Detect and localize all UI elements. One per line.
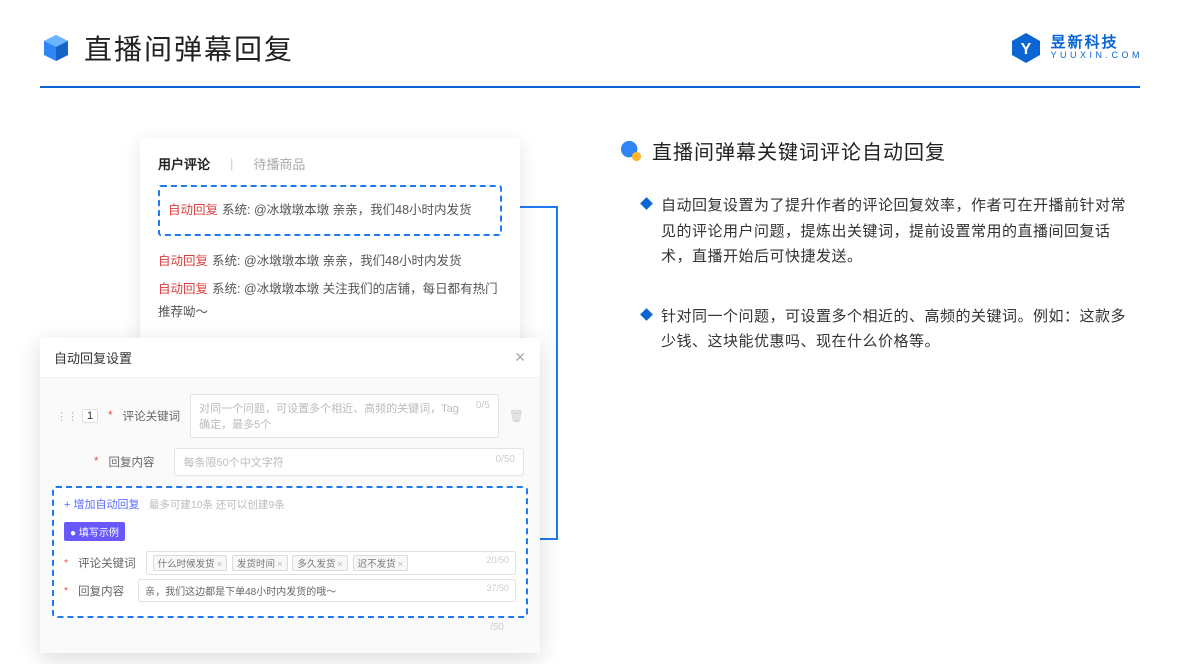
mock-panel: 用户评论 | 待播商品 自动回复系统: @冰墩墩本墩 亲亲，我们48小时内发货 … — [40, 118, 560, 628]
auto-reply-tag: 自动回复 — [158, 282, 208, 296]
add-note: 最多可建10条 还可以创建9条 — [149, 499, 285, 511]
tag-close-icon[interactable]: × — [337, 559, 343, 570]
tab-pending-products[interactable]: 待播商品 — [253, 154, 305, 173]
char-count: 0/50 — [496, 454, 515, 465]
example-section: + 增加自动回复 最多可建10条 还可以创建9条 ● 填写示例 * 评论关键词 … — [52, 486, 528, 618]
tab-user-comments[interactable]: 用户评论 — [158, 154, 210, 173]
trash-icon[interactable]: 🗑 — [509, 409, 524, 423]
field-label-keyword: 评论关键词 — [78, 555, 136, 571]
example-reply-value: 亲，我们这边都是下单48小时内发货的哦～ — [145, 587, 336, 598]
comments-card: 用户评论 | 待播商品 自动回复系统: @冰墩墩本墩 亲亲，我们48小时内发货 … — [140, 138, 520, 355]
example-reply-input[interactable]: 亲，我们这边都是下单48小时内发货的哦～ 37/50 — [138, 579, 516, 602]
auto-reply-tag: 自动回复 — [158, 254, 208, 268]
char-count: 20/50 — [486, 555, 509, 565]
required-dot-icon: * — [108, 410, 112, 422]
bullet-item: 自动回复设置为了提升作者的评论回复效率，作者可在开播前针对常见的评论用户问题，提… — [642, 193, 1140, 270]
placeholder-text: 每条限50个中文字符 — [183, 457, 283, 469]
description-column: 直播间弹幕关键词评论自动回复 自动回复设置为了提升作者的评论回复效率，作者可在开… — [620, 118, 1140, 628]
diamond-icon — [640, 308, 653, 321]
comment-line: 自动回复系统: @冰墩墩本墩 亲亲，我们48小时内发货 — [158, 250, 502, 273]
tag-close-icon[interactable]: × — [398, 559, 404, 570]
section-heading: 直播间弹幕关键词评论自动回复 — [620, 136, 1140, 165]
header: 直播间弹幕回复 Y 昱新科技 Y U U X I N . C O M — [0, 0, 1180, 86]
brand: Y 昱新科技 Y U U X I N . C O M — [1009, 31, 1140, 65]
settings-title: 自动回复设置 — [54, 348, 132, 367]
comment-line: 自动回复系统: @冰墩墩本墩 关注我们的店铺，每日都有热门推荐呦～ — [158, 278, 502, 323]
bubble-icon — [620, 140, 642, 162]
section-title: 直播间弹幕关键词评论自动回复 — [652, 136, 946, 165]
brand-name-en: Y U U X I N . C O M — [1051, 51, 1140, 61]
add-auto-reply-link[interactable]: + 增加自动回复 — [64, 499, 139, 511]
cube-icon — [40, 32, 72, 64]
example-row-keyword: * 评论关键词 什么时候发货× 发货时间× 多久发货× 迟不发货× 20/50 — [64, 551, 516, 575]
row-number: 1 — [82, 409, 98, 423]
keyword-input[interactable]: 对同一个问题，可设置多个相近、高频的关键词，Tag确定，最多5个 0/5 — [190, 394, 499, 438]
example-keyword-input[interactable]: 什么时候发货× 发货时间× 多久发货× 迟不发货× 20/50 — [146, 551, 516, 575]
field-label-reply: 回复内容 — [78, 583, 128, 599]
diamond-icon — [640, 197, 653, 210]
connector-line — [518, 206, 558, 208]
placeholder-text: 对同一个问题，可设置多个相近、高频的关键词，Tag确定，最多5个 — [199, 403, 459, 431]
bullet-text: 自动回复设置为了提升作者的评论回复效率，作者可在开播前针对常见的评论用户问题，提… — [661, 193, 1140, 270]
tab-separator: | — [230, 156, 233, 171]
settings-card: 自动回复设置 ✕ ⋮⋮ 1 * 评论关键词 对同一个问题，可设置多个相近、高频的关… — [40, 338, 540, 653]
tag-close-icon[interactable]: × — [217, 559, 223, 570]
keyword-tag[interactable]: 多久发货× — [292, 555, 348, 571]
keyword-tag[interactable]: 迟不发货× — [353, 555, 409, 571]
page-title: 直播间弹幕回复 — [84, 28, 294, 68]
keyword-tag[interactable]: 什么时候发货× — [153, 555, 228, 571]
example-row-reply: * 回复内容 亲，我们这边都是下单48小时内发货的哦～ 37/50 — [64, 579, 516, 602]
comment-text: 系统: @冰墩墩本墩 关注我们的店铺，每日都有热门推荐呦～ — [158, 282, 498, 319]
comment-text: 系统: @冰墩墩本墩 亲亲，我们48小时内发货 — [212, 254, 462, 268]
drag-handle-icon[interactable]: ⋮⋮ — [56, 410, 78, 423]
form-row-reply: * 回复内容 每条限50个中文字符 0/50 — [56, 448, 524, 476]
required-dot-icon: * — [64, 585, 68, 597]
comment-text: 系统: @冰墩墩本墩 亲亲，我们48小时内发货 — [222, 203, 472, 217]
svg-text:Y: Y — [1020, 41, 1031, 58]
tag-close-icon[interactable]: × — [277, 559, 283, 570]
char-count: 37/50 — [486, 583, 509, 593]
required-dot-icon: * — [64, 557, 68, 569]
close-icon[interactable]: ✕ — [514, 349, 526, 366]
required-dot-icon: * — [94, 456, 98, 468]
field-label-reply: 回复内容 — [108, 454, 164, 470]
form-row-keyword: ⋮⋮ 1 * 评论关键词 对同一个问题，可设置多个相近、高频的关键词，Tag确定，… — [56, 394, 524, 438]
char-count: 0/5 — [476, 400, 490, 411]
comment-line: 自动回复系统: @冰墩墩本墩 亲亲，我们48小时内发货 — [168, 199, 492, 222]
highlighted-comment: 自动回复系统: @冰墩墩本墩 亲亲，我们48小时内发货 — [158, 185, 502, 236]
brand-name-cn: 昱新科技 — [1051, 35, 1140, 52]
connector-line — [556, 206, 558, 540]
footer-count: /50 — [56, 618, 524, 643]
brand-logo-icon: Y — [1009, 31, 1043, 65]
auto-reply-tag: 自动回复 — [168, 203, 218, 217]
bullet-text: 针对同一个问题，可设置多个相近的、高频的关键词。例如：这款多少钱、这块能优惠吗、… — [661, 304, 1140, 355]
field-label-keyword: 评论关键词 — [123, 408, 181, 424]
card-tabs: 用户评论 | 待播商品 — [158, 154, 502, 173]
bullet-item: 针对同一个问题，可设置多个相近的、高频的关键词。例如：这款多少钱、这块能优惠吗、… — [642, 304, 1140, 355]
keyword-tag[interactable]: 发货时间× — [232, 555, 288, 571]
example-badge: ● 填写示例 — [64, 522, 125, 541]
reply-input[interactable]: 每条限50个中文字符 0/50 — [174, 448, 524, 476]
